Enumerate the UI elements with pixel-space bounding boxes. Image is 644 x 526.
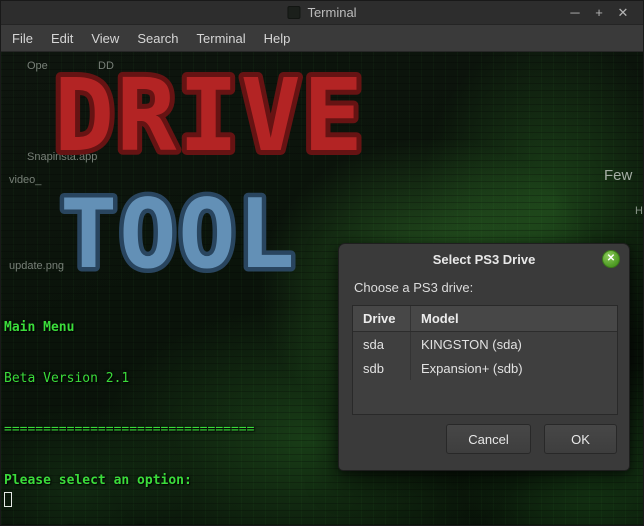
dialog-prompt: Choose a PS3 drive: xyxy=(354,280,474,295)
bg-desktop-label: Ope xyxy=(27,60,48,72)
column-header-model: Model xyxy=(421,311,459,326)
cell-drive: sdb xyxy=(353,356,411,380)
menu-help[interactable]: Help xyxy=(255,25,300,52)
cancel-button[interactable]: Cancel xyxy=(446,424,531,454)
ok-button[interactable]: OK xyxy=(544,424,617,454)
cell-model: Expansion+ (sdb) xyxy=(421,360,523,376)
column-header-drive: Drive xyxy=(353,306,411,331)
dialog-buttons: Cancel OK xyxy=(446,424,617,454)
menu-edit[interactable]: Edit xyxy=(42,25,82,52)
terminal-output: Main Menu Beta Version 2.1 =============… xyxy=(4,285,294,525)
terminal-line: Beta Version 2.1 xyxy=(4,371,130,386)
bg-desktop-label: video_ xyxy=(9,174,42,186)
menu-search[interactable]: Search xyxy=(128,25,187,52)
table-row-sdb[interactable]: sdb Expansion+ (sdb) xyxy=(353,356,617,380)
bg-desktop-label: DD xyxy=(98,60,114,72)
cell-drive: sda xyxy=(353,332,411,356)
tool-art: TOOL xyxy=(57,177,299,289)
minimize-button[interactable]: ─ xyxy=(563,1,587,25)
titlebar-title-group: Terminal xyxy=(287,5,357,20)
terminal-line: ================================ xyxy=(4,422,255,437)
dialog-title: Select PS3 Drive xyxy=(432,251,536,267)
select-ps3-drive-dialog: Select PS3 Drive ✕ Choose a PS3 drive: D… xyxy=(338,243,630,471)
bg-desktop-label: Few xyxy=(604,167,633,184)
terminal-screen[interactable]: Ope DD Snapinsta.app video_ Few update.p… xyxy=(1,52,643,525)
window-controls: ─ + ✕ xyxy=(563,1,643,25)
window-title: Terminal xyxy=(307,5,357,20)
cell-model: KINGSTON (sda) xyxy=(421,336,522,352)
terminal-cursor xyxy=(4,492,12,507)
titlebar[interactable]: Terminal ─ + ✕ xyxy=(1,1,643,25)
menubar: File Edit View Search Terminal Help xyxy=(1,25,643,52)
terminal-line: Main Menu xyxy=(4,320,75,335)
tool-art-text: TOOL xyxy=(60,180,297,289)
menu-file[interactable]: File xyxy=(3,25,42,52)
table-row-sda[interactable]: sda KINGSTON (sda) xyxy=(353,332,617,356)
bg-desktop-label: update.png xyxy=(9,260,65,272)
dialog-close-icon[interactable]: ✕ xyxy=(602,250,620,268)
drive-art-text: DRIVE xyxy=(54,57,365,174)
drive-table-header: Drive Model xyxy=(353,306,617,332)
bg-desktop-label: Snapinsta.app xyxy=(27,151,98,163)
maximize-button[interactable]: + xyxy=(587,1,611,25)
menu-terminal[interactable]: Terminal xyxy=(188,25,255,52)
terminal-window: Terminal ─ + ✕ File Edit View Search Ter… xyxy=(0,0,644,526)
dialog-titlebar[interactable]: Select PS3 Drive ✕ xyxy=(339,244,629,274)
drive-art: DRIVE xyxy=(51,56,368,174)
terminal-app-icon xyxy=(287,6,301,19)
menu-view[interactable]: View xyxy=(82,25,128,52)
close-button[interactable]: ✕ xyxy=(611,1,635,25)
terminal-line: 1 Mount PS3 Hard Drive xyxy=(4,523,294,525)
bg-desktop-label: H xyxy=(635,205,643,217)
drive-table: Drive Model sda KINGSTON (sda) sdb Expan… xyxy=(352,305,618,415)
terminal-line: Please select an option: xyxy=(4,473,192,488)
